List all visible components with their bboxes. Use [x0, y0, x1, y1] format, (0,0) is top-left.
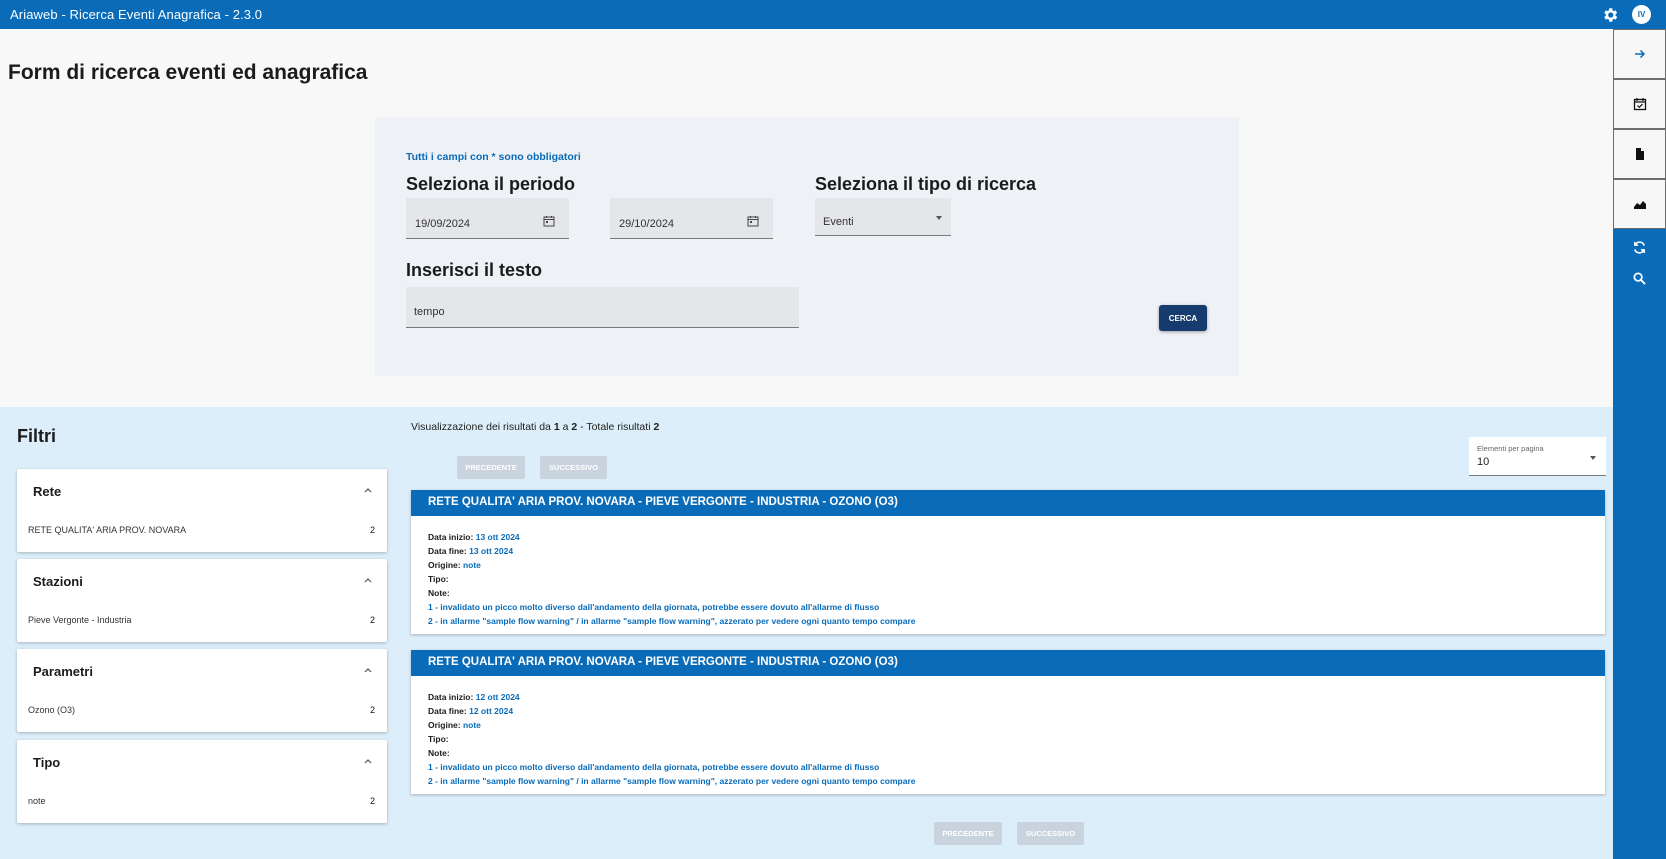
document-button[interactable] — [1613, 129, 1666, 179]
summary-prefix: Visualizzazione dei risultati da — [411, 421, 554, 433]
chart-button[interactable] — [1613, 179, 1666, 229]
result-card-header[interactable]: RETE QUALITA' ARIA PROV. NOVARA - PIEVE … — [411, 490, 1605, 516]
result-card-header[interactable]: RETE QUALITA' ARIA PROV. NOVARA - PIEVE … — [411, 650, 1605, 676]
note-line: 2 - in allarme "sample flow warning" / i… — [428, 776, 916, 786]
search-type-select[interactable]: Eventi — [815, 198, 951, 236]
chevron-down-icon — [936, 216, 942, 220]
gear-icon[interactable] — [1601, 6, 1619, 24]
origin-label: Origine: — [428, 720, 461, 730]
right-action-rail — [1613, 29, 1666, 859]
result-card-details: Data inizio: 12 ott 2024 Data fine: 12 o… — [428, 690, 916, 788]
end-date-label: Data fine: — [428, 706, 467, 716]
notes-label: Note: — [428, 748, 450, 758]
arrow-right-button[interactable] — [1613, 29, 1666, 79]
items-per-page-select[interactable]: Elementi per pagina 10 — [1469, 437, 1606, 476]
previous-button-bottom[interactable]: PRECEDENTE — [934, 822, 1002, 845]
result-card: RETE QUALITA' ARIA PROV. NOVARA - PIEVE … — [411, 490, 1605, 634]
start-date-label: Data inizio: — [428, 532, 474, 542]
filter-group-title: Rete — [33, 484, 62, 499]
results-summary: Visualizzazione dei risultati da 1 a 2 -… — [411, 421, 659, 433]
note-line: 2 - in allarme "sample flow warning" / i… — [428, 616, 916, 626]
start-date-label: Data inizio: — [428, 692, 474, 702]
calendar-button[interactable] — [1613, 79, 1666, 129]
chevron-up-icon[interactable] — [363, 576, 373, 584]
end-date-label: Data fine: — [428, 546, 467, 556]
calendar-check-icon — [1633, 98, 1646, 111]
items-per-page-label: Elementi per pagina — [1477, 444, 1544, 453]
start-date-value: 13 ott 2024 — [475, 532, 520, 542]
summary-mid: a — [559, 421, 572, 433]
search-text-field[interactable] — [406, 287, 799, 328]
refresh-icon[interactable] — [1630, 238, 1648, 256]
chevron-up-icon[interactable] — [363, 486, 373, 494]
search-type-value: Eventi — [823, 216, 854, 228]
search-icon[interactable] — [1630, 269, 1648, 287]
filter-group-stazioni: Stazioni Pieve Vergonte - Industria 2 — [17, 559, 387, 642]
text-heading: Inserisci il testo — [406, 260, 543, 280]
required-fields-note: Tutti i campi con * sono obbligatori — [406, 151, 581, 163]
origin-value: note — [462, 560, 481, 570]
document-icon — [1635, 148, 1644, 160]
type-label: Tipo: — [428, 734, 449, 744]
search-text-input[interactable] — [414, 306, 784, 318]
filter-group-title: Stazioni — [33, 574, 83, 589]
app-title: Ariaweb - Ricerca Eventi Anagrafica - 2.… — [10, 7, 263, 22]
filter-group-parametri: Parametri Ozono (O3) 2 — [17, 649, 387, 732]
page-title: Form di ricerca eventi ed anagrafica — [8, 61, 368, 84]
filters-title: Filtri — [17, 426, 56, 446]
note-line: 1 - invalidato un picco molto diverso da… — [428, 762, 880, 772]
search-button[interactable]: CERCA — [1159, 305, 1207, 331]
chevron-down-icon — [1590, 456, 1596, 460]
items-per-page-value: 10 — [1477, 456, 1490, 468]
filter-item[interactable]: Ozono (O3) — [28, 705, 75, 715]
filter-group-tipo: Tipo note 2 — [17, 740, 387, 823]
date-from-field[interactable]: 19/09/2024 — [406, 198, 569, 239]
filter-item[interactable]: note — [28, 796, 46, 806]
filter-item-count: 2 — [369, 525, 375, 535]
chevron-up-icon[interactable] — [363, 666, 373, 674]
chart-area-icon — [1633, 201, 1646, 209]
results-total: 2 — [653, 421, 660, 433]
date-to-field[interactable]: 29/10/2024 — [610, 198, 773, 239]
search-section: Form di ricerca eventi ed anagrafica Tut… — [0, 29, 1613, 407]
next-button-bottom[interactable]: SUCCESSIVO — [1017, 822, 1084, 845]
filter-group-title: Tipo — [33, 755, 61, 770]
type-label: Tipo: — [428, 574, 449, 584]
top-app-bar: Ariaweb - Ricerca Eventi Anagrafica - 2.… — [0, 0, 1666, 29]
previous-button[interactable]: PRECEDENTE — [457, 456, 525, 479]
filter-item-count: 2 — [369, 615, 375, 625]
chevron-up-icon[interactable] — [363, 757, 373, 765]
result-card-details: Data inizio: 13 ott 2024 Data fine: 13 o… — [428, 530, 916, 628]
calendar-icon[interactable] — [747, 215, 759, 227]
note-line: 1 - invalidato un picco molto diverso da… — [428, 602, 880, 612]
end-date-value: 13 ott 2024 — [469, 546, 514, 556]
filter-item-count: 2 — [369, 705, 375, 715]
search-form-card: Tutti i campi con * sono obbligatori Sel… — [375, 117, 1239, 376]
search-type-heading: Seleziona il tipo di ricerca — [815, 174, 1037, 194]
filter-item[interactable]: RETE QUALITA' ARIA PROV. NOVARA — [28, 525, 186, 535]
origin-value: note — [462, 720, 481, 730]
result-card: RETE QUALITA' ARIA PROV. NOVARA - PIEVE … — [411, 650, 1605, 794]
notes-label: Note: — [428, 588, 450, 598]
start-date-value: 12 ott 2024 — [475, 692, 520, 702]
origin-label: Origine: — [428, 560, 461, 570]
summary-total-label: - Totale risultati — [577, 421, 654, 433]
arrow-right-icon — [1634, 49, 1645, 59]
results-section: Filtri Rete RETE QUALITA' ARIA PROV. NOV… — [0, 407, 1613, 859]
calendar-icon[interactable] — [543, 215, 555, 227]
filter-item[interactable]: Pieve Vergonte - Industria — [28, 615, 132, 625]
avatar[interactable]: IV — [1632, 5, 1651, 24]
filter-item-count: 2 — [369, 796, 375, 806]
date-to-value: 29/10/2024 — [619, 218, 675, 230]
date-from-value: 19/09/2024 — [415, 218, 471, 230]
filter-group-rete: Rete RETE QUALITA' ARIA PROV. NOVARA 2 — [17, 469, 387, 552]
filter-group-title: Parametri — [33, 664, 93, 679]
period-heading: Seleziona il periodo — [406, 174, 576, 194]
next-button[interactable]: SUCCESSIVO — [540, 456, 607, 479]
end-date-value: 12 ott 2024 — [469, 706, 514, 716]
